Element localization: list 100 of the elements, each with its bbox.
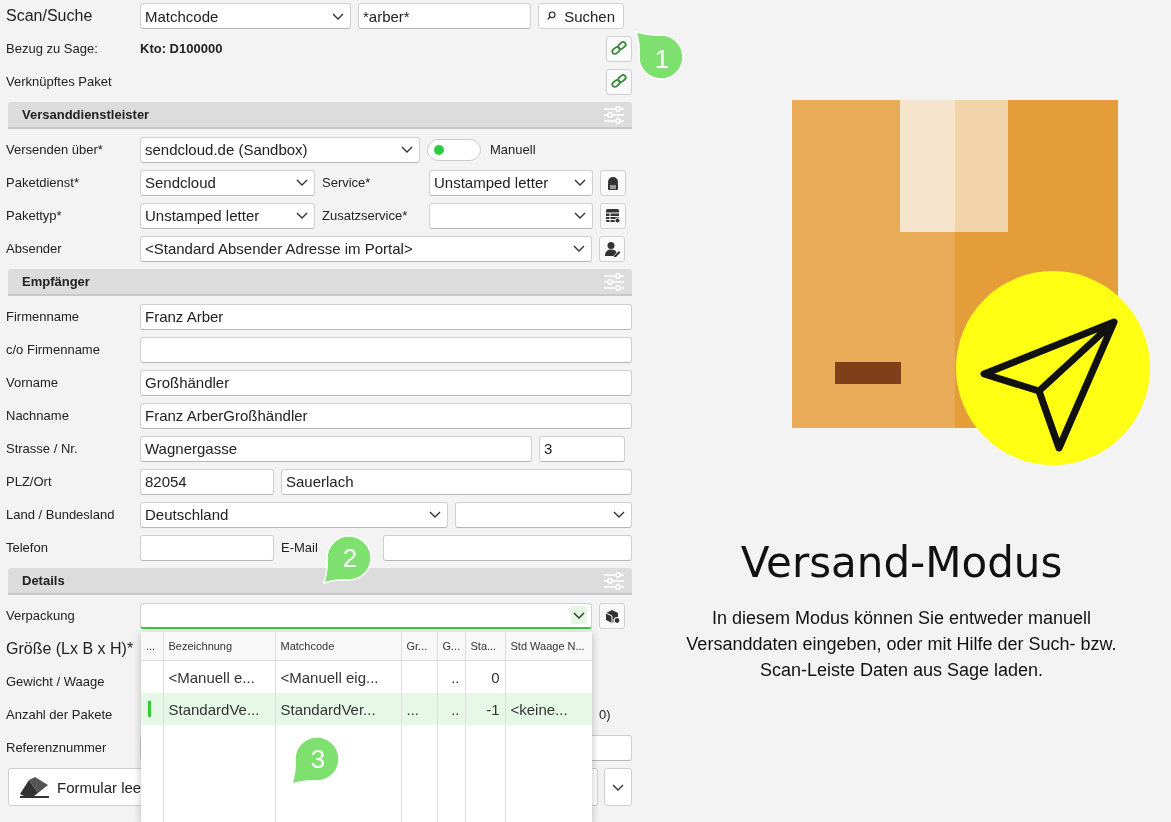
search-button[interactable]: Suchen: [538, 3, 624, 29]
chevron-icon: [332, 12, 344, 20]
dropdown-field[interactable]: <Standard Absender Adresse im Portal>: [140, 235, 592, 262]
input-field[interactable]: Großhändler: [140, 369, 632, 396]
dropdown-field[interactable]: [455, 501, 632, 528]
printer-icon: [605, 174, 621, 191]
dropdown-field[interactable]: Unstamped letter: [140, 202, 315, 229]
field-label: E-Mail: [281, 540, 319, 555]
dropdown-field[interactable]: [140, 602, 592, 629]
chevron-icon: [573, 611, 585, 619]
mode-title: Versand-Modus: [740, 538, 1063, 587]
callout-tooltip: 3: [290, 734, 342, 786]
field-label: Bezug zu Sage:: [6, 41, 99, 56]
input-field[interactable]: [140, 336, 632, 363]
field-label: Zusatzservice*: [322, 208, 409, 223]
column-header[interactable]: Gr...: [401, 632, 437, 661]
table-cell: ..: [451, 700, 460, 718]
field-label: Manuell: [490, 142, 537, 157]
input-field[interactable]: [383, 534, 632, 561]
column-header[interactable]: G...: [437, 632, 465, 661]
icon-button[interactable]: [599, 235, 625, 262]
column-header[interactable]: Std Waage N...: [505, 632, 592, 661]
callout-tooltip: 2: [322, 533, 374, 585]
field-label: Vorname: [6, 375, 60, 390]
input-field[interactable]: Sauerlach: [281, 468, 632, 495]
table-cell: -1: [486, 700, 500, 718]
field-label: Service*: [322, 175, 372, 190]
input-field[interactable]: Franz ArberGroßhändler: [140, 402, 632, 429]
menu-button[interactable]: [604, 768, 632, 806]
sliders-icon: [604, 105, 624, 124]
mode-description: In diesem Modus können Sie entweder manuell Versanddaten eingeben, oder mit Hilfe der Such- bzw. Scan-Leiste Daten aus Sage laden.: [685, 607, 1118, 682]
chevron-icon: [573, 245, 585, 252]
field-value: Kto: D100000: [140, 41, 224, 56]
dropdown-field[interactable]: Sendcloud: [140, 169, 315, 196]
icon-button[interactable]: [600, 169, 626, 196]
column-header[interactable]: Matchcode: [275, 632, 401, 661]
link-icon: [611, 40, 627, 57]
field-label: Referenznummer: [6, 740, 108, 755]
table-cell: StandardVer...: [280, 700, 376, 718]
callout-tooltip: 1: [634, 30, 686, 82]
link-icon: [611, 73, 627, 90]
user-edit-icon: [604, 240, 620, 257]
table-cell: 0: [491, 668, 500, 686]
dropdown-field[interactable]: [429, 202, 593, 229]
input-field[interactable]: 82054: [140, 468, 274, 495]
section-header: Versanddienstleister: [8, 102, 632, 129]
input-field[interactable]: 3: [539, 435, 625, 462]
table-cell: <Manuell eig...: [280, 668, 379, 686]
column-header[interactable]: Sta...: [465, 632, 505, 661]
sliders-icon: [604, 272, 624, 291]
icon-button[interactable]: [600, 202, 626, 229]
eraser-icon: [19, 776, 49, 798]
field-label: Scan/Suche: [6, 7, 94, 25]
field-label: Absender: [6, 241, 63, 256]
field-label: Versenden über*: [6, 142, 104, 157]
field-label: Verknüpftes Paket: [6, 74, 113, 89]
icon-button[interactable]: [599, 602, 625, 629]
chevron-icon: [429, 511, 441, 518]
chevron-icon: [401, 146, 413, 153]
field-label: Nachname: [6, 408, 70, 423]
field-value: 0): [599, 707, 612, 722]
column-header[interactable]: ...: [141, 632, 163, 661]
table-cell: StandardVe...: [168, 700, 260, 718]
field-label: Verpackung: [6, 608, 76, 623]
dropdown-field[interactable]: Matchcode: [140, 3, 351, 29]
field-label: Paketdienst*: [6, 175, 80, 190]
table-cell: ...: [406, 700, 419, 718]
dropdown-field[interactable]: Unstamped letter: [429, 169, 593, 196]
chevron-icon: [296, 179, 308, 186]
field-label: c/o Firmenname: [6, 342, 101, 357]
sliders-icon: [604, 571, 624, 590]
table-cell: <keine...: [510, 700, 568, 718]
dropdown-field[interactable]: Deutschland: [140, 501, 448, 528]
field-label: Firmenname: [6, 309, 80, 324]
column-header[interactable]: Bezeichnung: [163, 632, 275, 661]
box-gear-icon: [604, 607, 620, 624]
field-label: PLZ/Ort: [6, 474, 53, 489]
field-label: Strasse / Nr.: [6, 441, 79, 456]
chevron-icon: [296, 212, 308, 219]
field-label: Land / Bundesland: [6, 507, 116, 522]
section-header: Empfänger: [8, 269, 632, 296]
field-label: Telefon: [6, 540, 49, 555]
chevron-icon: [574, 179, 586, 186]
field-label: Pakettyp*: [6, 208, 63, 223]
input-field[interactable]: *arber*: [358, 3, 531, 29]
input-field[interactable]: [140, 534, 274, 561]
chevron-icon: [613, 511, 625, 518]
section-header: Details: [8, 568, 632, 595]
table-icon: [605, 207, 621, 224]
chevron-icon: [612, 783, 624, 791]
input-field[interactable]: Wagnergasse: [140, 435, 532, 462]
field-label: Größe (Lx B x H)*: [6, 639, 135, 658]
table-cell: ..: [451, 668, 460, 686]
chevron-icon: [574, 212, 586, 219]
input-field[interactable]: Franz Arber: [140, 303, 632, 330]
table-cell: <Manuell e...: [168, 668, 255, 686]
toggle-switch[interactable]: [427, 138, 481, 161]
dropdown-field[interactable]: sendcloud.de (Sandbox): [140, 136, 420, 163]
field-label: Gewicht / Waage: [6, 674, 106, 689]
field-label: Anzahl der Pakete: [6, 707, 114, 722]
